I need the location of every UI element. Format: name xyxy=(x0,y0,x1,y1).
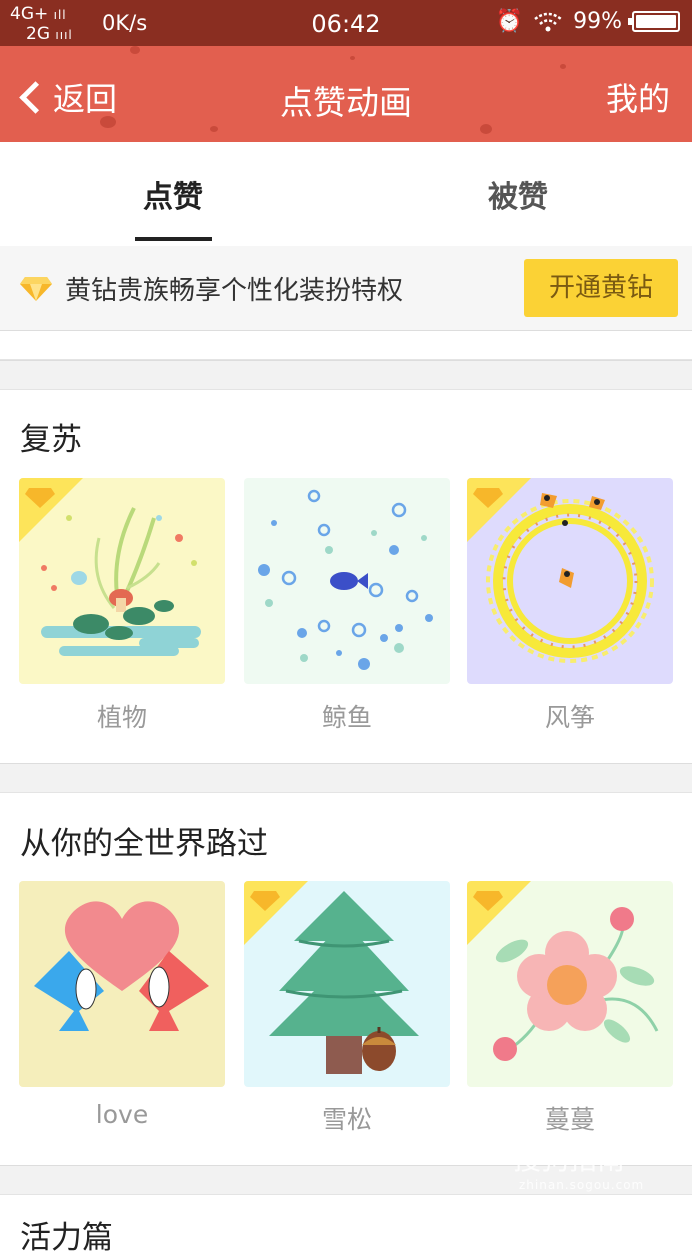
animation-card-love[interactable] xyxy=(19,881,225,1087)
tab-bar: 点赞 被赞 xyxy=(0,142,692,246)
vip-corner-badge xyxy=(467,881,531,945)
animation-card-plant[interactable] xyxy=(19,478,225,684)
watermark: 搜狗指南 zhinan.sogou.com xyxy=(513,1143,645,1192)
battery-icon xyxy=(628,11,680,32)
diamond-icon xyxy=(20,277,52,301)
vip-corner-badge xyxy=(467,478,531,542)
animation-card-whale[interactable] xyxy=(244,478,450,684)
tab-like[interactable]: 点赞 xyxy=(143,172,203,216)
animation-card-cedar[interactable] xyxy=(244,881,450,1087)
battery-percent: 99% xyxy=(573,9,622,34)
vip-corner-badge xyxy=(244,881,308,945)
active-tab-indicator xyxy=(135,237,212,241)
tab-liked[interactable]: 被赞 xyxy=(488,172,548,216)
love-icon xyxy=(19,881,225,1087)
page-title: 点赞动画 xyxy=(280,83,412,122)
section-title-passing-by: 从你的全世界路过 xyxy=(20,826,268,862)
card-label-love: love xyxy=(95,1100,149,1129)
nav-bar: 返回 点赞动画 我的 xyxy=(0,46,692,142)
animation-card-flower[interactable] xyxy=(467,881,673,1087)
card-label-cedar: 雪松 xyxy=(321,1105,372,1134)
vip-banner: 黄钻贵族畅享个性化装扮特权 开通黄钻 xyxy=(0,246,692,331)
section-title-revival: 复苏 xyxy=(20,422,82,458)
alarm-icon: ⏰ xyxy=(495,9,524,34)
wifi-icon xyxy=(534,12,562,31)
whale-icon xyxy=(244,478,450,684)
status-bar: 4G+ ıll 2G ıııl 0K/s 06:42 ⏰ 99% xyxy=(0,0,692,46)
open-vip-button[interactable]: 开通黄钻 xyxy=(524,259,678,317)
section-title-partial: 活力篇 xyxy=(20,1220,113,1256)
card-label-whale: 鲸鱼 xyxy=(321,703,372,732)
mine-button[interactable]: 我的 xyxy=(606,74,670,120)
card-label-flower: 蔓蔓 xyxy=(544,1105,595,1134)
vip-corner-badge xyxy=(19,478,83,542)
vip-text: 黄钻贵族畅享个性化装扮特权 xyxy=(65,276,404,306)
card-label-kite: 风筝 xyxy=(544,703,595,732)
card-label-plant: 植物 xyxy=(96,703,147,732)
animation-card-kite[interactable] xyxy=(467,478,673,684)
